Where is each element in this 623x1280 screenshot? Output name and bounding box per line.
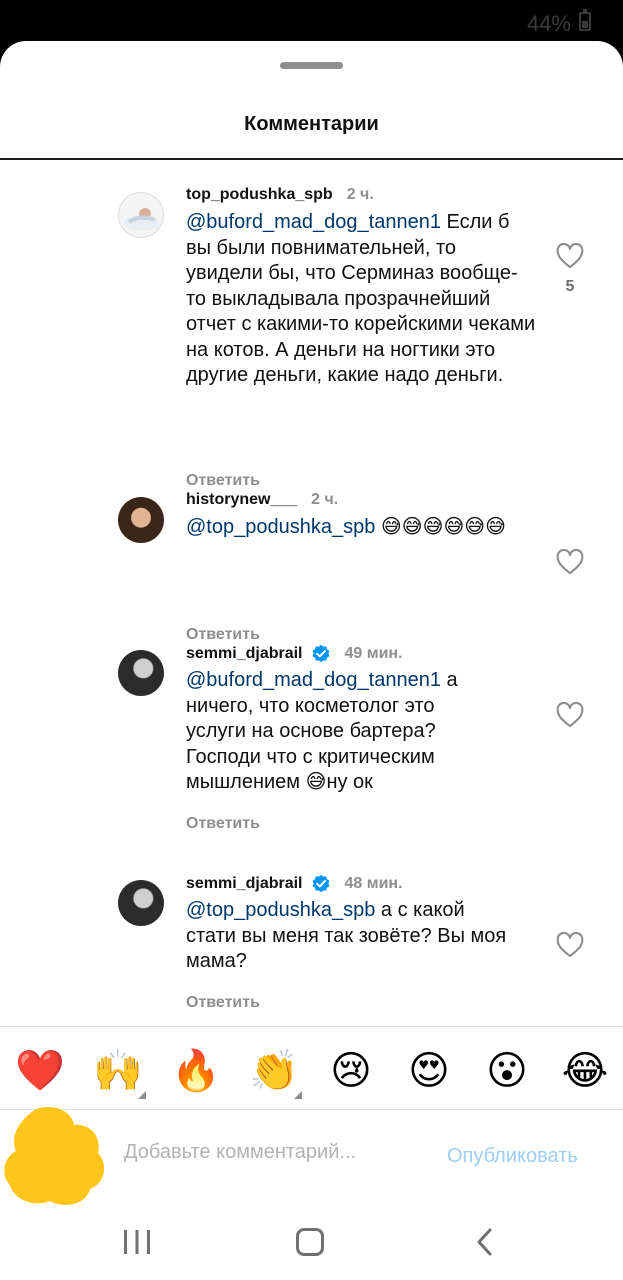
comment-text: @top_podushka_spb а с какой стати вы мен… xyxy=(186,898,511,975)
comment-text: @top_podushka_spb 😅😅😅😅😅😅 xyxy=(186,515,531,541)
avatar[interactable] xyxy=(118,650,164,696)
avatar[interactable] xyxy=(118,497,164,543)
comments-sheet: Комментарии top_podushka_spb 2 ч. @bufor… xyxy=(0,41,623,1280)
comment-mention[interactable]: @top_podushka_spb xyxy=(186,516,375,538)
avatar-pillow-icon xyxy=(124,208,160,231)
reactions-divider xyxy=(0,1026,623,1027)
comment-body: 😅😅😅😅😅😅 xyxy=(375,516,506,538)
heart-outline-icon[interactable] xyxy=(556,243,584,269)
comment-meta: top_podushka_spb 2 ч. xyxy=(186,186,374,204)
verified-badge-icon xyxy=(312,644,329,663)
comment-time: 2 ч. xyxy=(311,491,339,508)
sheet-title: Комментарии xyxy=(244,113,379,135)
reaction-clap-emoji[interactable]: 👏 xyxy=(249,1047,299,1095)
heart-outline-icon[interactable] xyxy=(556,549,584,575)
reaction-tears-of-joy-emoji[interactable]: 😂 xyxy=(561,1047,609,1095)
recent-apps-icon[interactable] xyxy=(122,1229,152,1255)
comment-input[interactable] xyxy=(124,1141,424,1164)
reaction-heart-eyes-emoji[interactable]: 😍 xyxy=(405,1047,453,1095)
comment-mention[interactable]: @top_podushka_spb xyxy=(186,899,375,921)
verified-badge-icon xyxy=(312,874,329,893)
reply-button[interactable]: Ответить xyxy=(186,815,260,833)
reply-button[interactable]: Ответить xyxy=(186,626,260,644)
reply-button[interactable]: Ответить xyxy=(186,994,260,1012)
header-divider xyxy=(0,158,623,160)
comment-mention[interactable]: @buford_mad_dog_tannen1 xyxy=(186,669,441,691)
redacted-avatar-scribble xyxy=(4,1106,105,1205)
comment-text: @buford_mad_dog_tannen1 Если б вы были п… xyxy=(186,210,536,389)
comment-mention[interactable]: @buford_mad_dog_tannen1 xyxy=(186,211,441,233)
comment-meta: semmi_djabrail 49 мин. xyxy=(186,644,403,664)
back-icon[interactable] xyxy=(474,1227,494,1257)
like-count: 5 xyxy=(565,278,575,295)
skin-tone-indicator xyxy=(294,1091,302,1099)
avatar[interactable] xyxy=(118,880,164,926)
comment-body: Если б вы были повнимательней, то увидел… xyxy=(186,211,536,386)
comment-text: @buford_mad_dog_tannen1 а ничего, что ко… xyxy=(186,668,486,796)
reaction-fire-emoji[interactable]: 🔥 xyxy=(171,1047,221,1095)
battery-level: 44% xyxy=(526,11,571,36)
heart-outline-icon[interactable] xyxy=(556,932,584,958)
comment-time: 2 ч. xyxy=(346,186,374,203)
reply-button[interactable]: Ответить xyxy=(186,472,260,490)
comment-meta: semmi_djabrail 48 мин. xyxy=(186,874,403,894)
avatar[interactable] xyxy=(118,192,164,238)
sheet-drag-handle[interactable] xyxy=(280,62,343,69)
battery-icon xyxy=(579,9,591,31)
reaction-raised-hands-emoji[interactable]: 🙌 xyxy=(93,1047,143,1095)
comment-time: 49 мин. xyxy=(344,645,403,662)
comment-author[interactable]: semmi_djabrail xyxy=(186,645,303,663)
reaction-crying-emoji[interactable]: 😢 xyxy=(327,1047,375,1095)
comment-author[interactable]: historynew___ xyxy=(186,491,297,509)
comment-author[interactable]: top_podushka_spb xyxy=(186,186,333,204)
comment-author[interactable]: semmi_djabrail xyxy=(186,875,303,893)
system-navigation-bar xyxy=(0,1209,623,1280)
comment-time: 48 мин. xyxy=(344,875,403,892)
home-icon[interactable] xyxy=(296,1228,324,1256)
skin-tone-indicator xyxy=(138,1091,146,1099)
status-bar: 44% xyxy=(0,0,623,44)
publish-button[interactable]: Опубликовать xyxy=(447,1145,578,1168)
comment-meta: historynew___ 2 ч. xyxy=(186,491,338,509)
heart-outline-icon[interactable] xyxy=(556,702,584,728)
reaction-heart-emoji[interactable]: ❤️ xyxy=(15,1047,65,1095)
reaction-surprised-emoji[interactable]: 😮 xyxy=(483,1047,531,1095)
